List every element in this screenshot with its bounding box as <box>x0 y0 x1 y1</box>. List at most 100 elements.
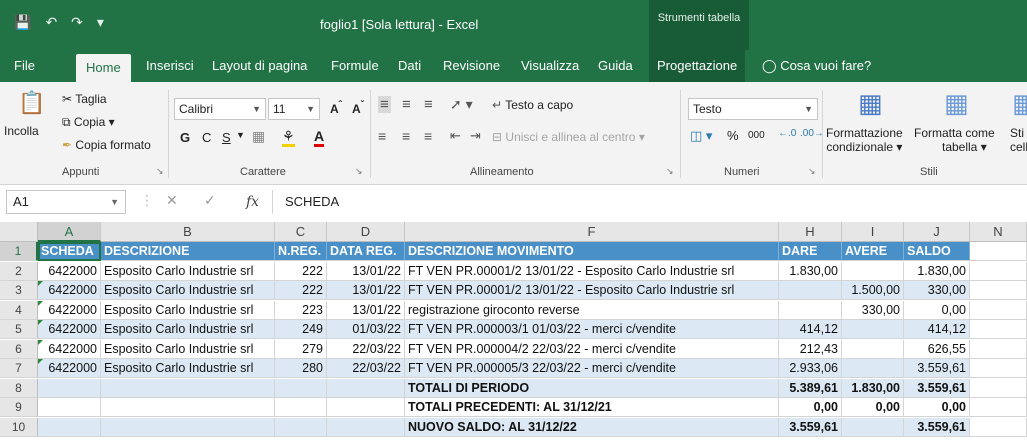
table-row-movimento[interactable]: FT VEN PR.00001/2 13/01/22 - Esposito Ca… <box>405 261 779 281</box>
table-row-avere[interactable] <box>842 339 904 359</box>
cell-n9[interactable] <box>970 398 1027 417</box>
table-row-dare[interactable] <box>779 300 842 320</box>
totals-empty-c[interactable] <box>275 417 327 437</box>
align-right-icon[interactable]: ≡ <box>424 128 432 144</box>
cell-n6[interactable] <box>970 339 1027 359</box>
tab-insert[interactable]: Inserisci <box>146 50 194 82</box>
totals-empty-a[interactable] <box>38 378 101 398</box>
save-icon[interactable]: 💾 <box>14 14 31 31</box>
tab-page-layout[interactable]: Layout di pagina <box>212 50 307 82</box>
table-row-nreg[interactable]: 279 <box>275 339 327 359</box>
row-header-2[interactable]: 2 <box>0 261 38 281</box>
copy-button[interactable]: ⧉ Copia ▾ <box>62 115 115 130</box>
tab-view[interactable]: Visualizza <box>521 50 579 82</box>
table-row-descrizione[interactable]: Esposito Carlo Industrie srl <box>101 320 275 339</box>
borders-icon[interactable]: ▦ <box>252 128 265 145</box>
cell-n1[interactable] <box>970 242 1027 261</box>
cut-button[interactable]: ✂ Taglia <box>62 92 107 106</box>
totals-saldo[interactable]: 0,00 <box>904 398 970 417</box>
customize-qat-icon[interactable]: ▾ <box>97 14 104 31</box>
tab-help[interactable]: Guida <box>598 50 633 82</box>
header-cell-movimento[interactable]: DESCRIZIONE MOVIMENTO <box>405 242 779 261</box>
table-row-nreg[interactable]: 249 <box>275 320 327 339</box>
totals-empty-b[interactable] <box>101 398 275 417</box>
table-row-saldo[interactable]: 3.559,61 <box>904 359 970 378</box>
wrap-text-button[interactable]: ↵ Testo a capo <box>492 98 573 112</box>
tell-me-box[interactable]: ◯ Cosa vuoi fare? <box>762 50 871 82</box>
select-all-button[interactable] <box>0 222 38 242</box>
row-header-8[interactable]: 8 <box>0 378 38 398</box>
fill-color-icon[interactable]: ⚘ <box>282 128 295 147</box>
align-center-icon[interactable]: ≡ <box>402 128 410 144</box>
table-row-data[interactable]: 13/01/22 <box>327 281 405 300</box>
format-painter-button[interactable]: ✒ Copia formato <box>62 138 151 152</box>
column-header-i[interactable]: I <box>842 222 904 242</box>
column-header-b[interactable]: B <box>101 222 275 242</box>
error-indicator-icon[interactable] <box>38 281 43 286</box>
table-row-dare[interactable]: 414,12 <box>779 320 842 339</box>
table-row-scheda[interactable]: 6422000 <box>38 339 101 359</box>
merge-center-button[interactable]: ⊟ Unisci e allinea al centro ▾ <box>492 130 645 144</box>
table-row-saldo[interactable]: 414,12 <box>904 320 970 339</box>
totals-dare[interactable]: 5.389,61 <box>779 378 842 398</box>
alignment-launcher-icon[interactable]: ↘ <box>666 166 674 177</box>
row-header-5[interactable]: 5 <box>0 320 38 339</box>
totals-empty-c[interactable] <box>275 378 327 398</box>
column-header-h[interactable]: H <box>779 222 842 242</box>
table-row-saldo[interactable]: 0,00 <box>904 300 970 320</box>
cell-styles-button[interactable]: Sti cell <box>1010 126 1027 154</box>
table-row-movimento[interactable]: FT VEN PR.000003/1 01/03/22 - merci c/ve… <box>405 320 779 339</box>
underline-button[interactable]: S <box>222 130 231 145</box>
column-header-d[interactable]: D <box>327 222 405 242</box>
cell-n10[interactable] <box>970 417 1027 437</box>
table-row-dare[interactable]: 212,43 <box>779 339 842 359</box>
table-row-saldo[interactable]: 330,00 <box>904 281 970 300</box>
number-format-select[interactable]: Testo ▼ <box>688 98 818 120</box>
redo-icon[interactable]: ↷ <box>71 14 83 31</box>
header-cell-nreg[interactable]: N.REG. <box>275 242 327 261</box>
table-row-movimento[interactable]: FT VEN PR.000004/2 22/03/22 - merci c/ve… <box>405 339 779 359</box>
table-row-scheda[interactable]: 6422000 <box>38 320 101 339</box>
error-indicator-icon[interactable] <box>38 300 43 306</box>
orientation-icon[interactable]: ➚ ▾ <box>450 96 473 113</box>
font-launcher-icon[interactable]: ↘ <box>355 166 363 177</box>
table-row-data[interactable]: 01/03/22 <box>327 320 405 339</box>
cell-styles-icon[interactable]: ▦ <box>1012 88 1027 119</box>
table-row-saldo[interactable]: 1.830,00 <box>904 261 970 281</box>
table-row-nreg[interactable]: 223 <box>275 300 327 320</box>
totals-avere[interactable]: 1.830,00 <box>842 378 904 398</box>
totals-avere[interactable]: 0,00 <box>842 398 904 417</box>
table-row-dare[interactable]: 2.933,06 <box>779 359 842 378</box>
bold-button[interactable]: G <box>180 130 190 145</box>
font-name-select[interactable]: Calibri ▼ <box>174 98 266 120</box>
paste-icon[interactable]: 📋 <box>18 90 45 116</box>
totals-label[interactable]: TOTALI PRECEDENTI: AL 31/12/21 <box>405 398 779 417</box>
totals-empty-d[interactable] <box>327 417 405 437</box>
table-row-data[interactable]: 22/03/22 <box>327 339 405 359</box>
table-row-dare[interactable] <box>779 281 842 300</box>
totals-empty-b[interactable] <box>101 378 275 398</box>
tab-file[interactable]: File <box>14 50 35 82</box>
align-left-icon[interactable]: ≡ <box>378 128 386 144</box>
error-indicator-icon[interactable] <box>38 339 43 345</box>
table-row-data[interactable]: 13/01/22 <box>327 261 405 281</box>
cell-n2[interactable] <box>970 261 1027 281</box>
font-color-icon[interactable]: A <box>314 128 325 147</box>
conditional-format-icon[interactable]: ▦ <box>858 88 883 119</box>
totals-empty-d[interactable] <box>327 378 405 398</box>
number-launcher-icon[interactable]: ↘ <box>808 166 816 177</box>
totals-saldo[interactable]: 3.559,61 <box>904 417 970 437</box>
increase-decimal-icon[interactable]: ←.0 <box>778 128 796 139</box>
cell-n4[interactable] <box>970 300 1027 320</box>
table-row-movimento[interactable]: FT VEN PR.000005/3 22/03/22 - merci c/ve… <box>405 359 779 378</box>
table-row-descrizione[interactable]: Esposito Carlo Industrie srl <box>101 339 275 359</box>
table-row-data[interactable]: 22/03/22 <box>327 359 405 378</box>
totals-empty-a[interactable] <box>38 417 101 437</box>
table-row-avere[interactable] <box>842 359 904 378</box>
percent-button[interactable]: % <box>727 128 739 143</box>
insert-function-icon[interactable]: fx <box>246 190 259 214</box>
header-cell-descrizione[interactable]: DESCRIZIONE <box>101 242 275 261</box>
header-cell-scheda[interactable]: SCHEDA <box>38 242 101 261</box>
undo-icon[interactable]: ↶ <box>45 14 57 31</box>
enter-icon[interactable]: ✓ <box>204 192 216 209</box>
